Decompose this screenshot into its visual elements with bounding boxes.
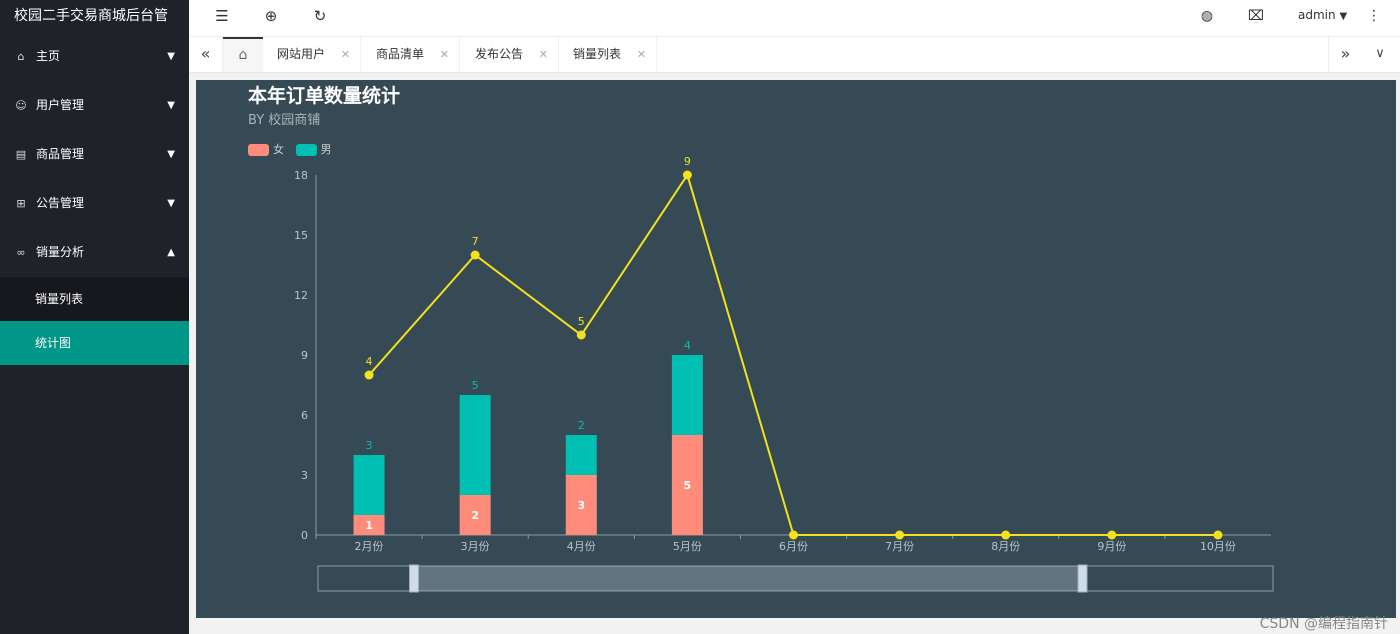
y-tick-label: 0 <box>301 529 308 542</box>
line-point <box>1001 530 1011 540</box>
tab-goods-list[interactable]: 商品清单 ✕ <box>362 37 460 72</box>
line-point <box>576 330 586 340</box>
y-tick-label: 9 <box>301 349 308 362</box>
x-tick-label: 3月份 <box>461 540 490 553</box>
globe-icon[interactable]: ⊕ <box>256 0 286 37</box>
line-point <box>789 530 798 540</box>
y-tick-label: 3 <box>301 469 308 482</box>
tab-label: 商品清单 <box>376 47 425 61</box>
watermark: CSDN @编程指南针 <box>1259 616 1388 632</box>
home-icon: ⌂ <box>17 50 25 63</box>
line-point-label: 4 <box>366 355 373 368</box>
user-name: admin <box>1298 8 1336 22</box>
bar-label-female: 3 <box>577 499 585 512</box>
notice-icon: ⊞ <box>16 197 26 210</box>
user-icon: ☺ <box>15 99 27 112</box>
y-tick-label: 15 <box>294 229 308 242</box>
menu-toggle-icon[interactable]: ☰ <box>207 0 237 37</box>
sidebar-item-users[interactable]: ☺ 用户管理 ▼ <box>0 81 189 130</box>
sidebar-item-home[interactable]: ⌂ 主页 ▼ <box>0 32 189 81</box>
caret-down-icon: ▼ <box>1339 11 1348 22</box>
line-point <box>1213 530 1223 540</box>
bar-male <box>565 435 597 475</box>
sidebar-subitem-chart[interactable]: 统计图 <box>0 321 189 365</box>
series-line-total <box>368 172 1218 536</box>
bar-male <box>353 455 385 515</box>
tabs-scroll-left-icon[interactable]: « <box>189 37 223 72</box>
bar-label-male: 3 <box>366 439 373 452</box>
infinity-icon: ∞ <box>16 246 26 259</box>
bar-label-male: 2 <box>578 419 585 432</box>
tab-bar: « ⌂ 网站用户 ✕ 商品清单 ✕ 发布公告 ✕ 销量列表 ✕ » ∨ <box>189 37 1400 73</box>
close-icon[interactable]: ✕ <box>341 37 350 72</box>
tab-label: 销量列表 <box>573 47 622 61</box>
x-tick-label: 5月份 <box>673 540 702 553</box>
close-icon[interactable]: ✕ <box>440 37 449 72</box>
y-tick-label: 12 <box>294 289 308 302</box>
datazoom-handle-right[interactable] <box>1077 564 1088 593</box>
refresh-icon[interactable]: ↻ <box>305 0 335 37</box>
caret-down-icon: ▼ <box>167 198 175 209</box>
tag-icon[interactable]: ⌧ <box>1241 0 1271 37</box>
more-icon[interactable]: ⋮ <box>1359 0 1389 37</box>
bar-male <box>459 395 491 495</box>
x-tick-label: 9月份 <box>1097 540 1126 553</box>
goods-icon: ▤ <box>15 148 27 161</box>
close-icon[interactable]: ✕ <box>637 37 646 72</box>
x-tick-label: 8月份 <box>991 540 1020 553</box>
line-point <box>364 370 374 380</box>
caret-down-icon: ▼ <box>167 51 175 62</box>
x-tick-label: 7月份 <box>885 540 914 553</box>
sidebar-item-label: 主页 <box>36 49 61 63</box>
tab-sales-list[interactable]: 销量列表 ✕ <box>559 37 657 72</box>
tab-home-icon[interactable]: ⌂ <box>223 37 263 72</box>
x-tick-label: 4月份 <box>567 540 596 553</box>
tabs-dropdown-icon[interactable]: ∨ <box>1363 37 1397 72</box>
theme-icon[interactable]: ◍ <box>1192 0 1222 37</box>
bar-label-female: 5 <box>684 479 692 492</box>
sidebar-item-goods[interactable]: ▤ 商品管理 ▼ <box>0 130 189 179</box>
sidebar-item-label: 销量分析 <box>36 245 85 259</box>
chart-svg: 0 3 6 9 12 15 18 2月份 3月份 4月份 5月份 6月份 7月份 8月份 9月份 10月份 1 3… <box>294 155 1274 593</box>
tab-label: 网站用户 <box>277 47 326 61</box>
caret-up-icon: ▲ <box>167 247 175 258</box>
sidebar-subitem-sales-list[interactable]: 销量列表 <box>0 277 189 321</box>
bar-label-female: 1 <box>365 519 373 532</box>
line-point <box>470 250 480 260</box>
bar-label-female: 2 <box>471 509 479 522</box>
x-tick-label: 6月份 <box>779 540 808 553</box>
sidebar-item-notice[interactable]: ⊞ 公告管理 ▼ <box>0 179 189 228</box>
app-title: 校园二手交易商城后台管 <box>0 0 189 32</box>
datazoom-window <box>413 566 1082 591</box>
line-point <box>1107 530 1117 540</box>
user-menu[interactable]: admin ▼ <box>1298 0 1347 37</box>
tab-website-users[interactable]: 网站用户 ✕ <box>263 37 361 72</box>
sidebar-item-label: 用户管理 <box>36 98 85 112</box>
x-tick-label: 10月份 <box>1200 540 1236 553</box>
datazoom-handle-left[interactable] <box>409 564 419 593</box>
line-point-label: 9 <box>684 155 691 168</box>
line-point <box>682 170 692 180</box>
chart-panel: 本年订单数量统计 BY 校园商铺 女 男 0 3 6 9 12 15 18 2月份 3月份 4月份… <box>196 80 1396 618</box>
close-icon[interactable]: ✕ <box>539 37 548 72</box>
tab-publish-notice[interactable]: 发布公告 ✕ <box>461 37 559 72</box>
bar-label-male: 5 <box>472 379 479 392</box>
x-tick-label: 2月份 <box>355 540 384 553</box>
bar-male <box>671 355 703 435</box>
line-point-label: 5 <box>578 315 585 328</box>
top-bar: ☰ ⊕ ↻ ◍ ⌧ admin ▼ ⋮ <box>189 0 1400 37</box>
caret-down-icon: ▼ <box>167 100 175 111</box>
sidebar: 校园二手交易商城后台管 ⌂ 主页 ▼ ☺ 用户管理 ▼ ▤ 商品管理 ▼ ⊞ 公告管理 ▼ ∞ 销… <box>0 0 189 634</box>
y-tick-label: 6 <box>301 409 308 422</box>
tabs-scroll-right-icon[interactable]: » <box>1328 37 1362 72</box>
bar-label-male: 4 <box>684 339 691 352</box>
caret-down-icon: ▼ <box>167 149 175 160</box>
sidebar-item-label: 公告管理 <box>36 196 85 210</box>
y-tick-label: 18 <box>294 169 308 182</box>
line-point <box>895 530 905 540</box>
line-point-label: 7 <box>472 235 479 248</box>
tab-label: 发布公告 <box>475 47 524 61</box>
sidebar-item-label: 商品管理 <box>36 147 85 161</box>
sidebar-item-sales[interactable]: ∞ 销量分析 ▲ <box>0 228 189 277</box>
